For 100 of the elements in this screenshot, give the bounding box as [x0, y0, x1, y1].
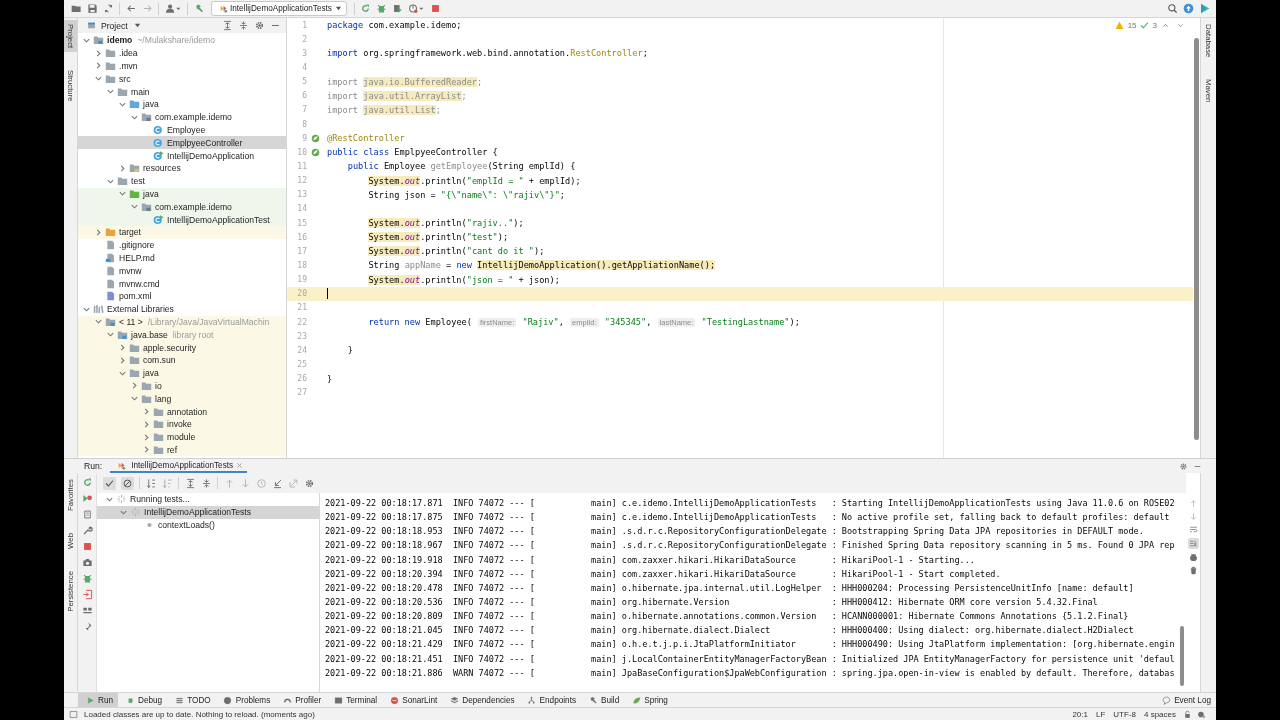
- chevron-icon[interactable]: [118, 355, 127, 365]
- chevron-icon[interactable]: [118, 343, 127, 352]
- forward-arrow-icon[interactable]: [141, 3, 153, 14]
- sort-alpha-icon[interactable]: [145, 477, 157, 489]
- tool-window-tab[interactable]: TODO: [167, 693, 216, 707]
- scroll-to-end-icon[interactable]: [1187, 538, 1199, 549]
- tree-item[interactable]: resources: [78, 161, 286, 175]
- chevron-down-icon[interactable]: [1175, 21, 1185, 30]
- tool-window-tab[interactable]: Endpoints: [519, 693, 581, 707]
- tool-window-tab[interactable]: Profiler: [275, 693, 327, 707]
- rerun-icon[interactable]: [81, 477, 93, 488]
- bean-icon[interactable]: [310, 133, 320, 143]
- print-icon[interactable]: [1188, 553, 1198, 562]
- chevron-icon[interactable]: [130, 202, 139, 212]
- tree-item[interactable]: .gitignore: [78, 238, 286, 252]
- chevron-icon[interactable]: [94, 74, 103, 84]
- tree-item[interactable]: idemo ~/Mulakshare/idemo: [78, 34, 286, 47]
- hammer-icon[interactable]: [193, 3, 205, 14]
- tree-item[interactable]: External Libraries: [78, 302, 286, 316]
- show-ignored-icon[interactable]: [120, 476, 134, 490]
- chevron-up-icon[interactable]: [1160, 21, 1170, 30]
- rerun-icon[interactable]: [360, 3, 372, 14]
- tree-item[interactable]: HELP.md: [78, 251, 286, 265]
- camera-icon[interactable]: [81, 557, 93, 568]
- rerun-failed-icon[interactable]: [81, 493, 93, 504]
- panel-toggle-icon[interactable]: [68, 709, 78, 719]
- tree-item[interactable]: mvnw: [78, 264, 286, 278]
- folder-icon[interactable]: [70, 3, 82, 14]
- close-icon[interactable]: [236, 461, 244, 469]
- tool-window-tab[interactable]: Terminal: [326, 693, 383, 707]
- status-item[interactable]: 4 spaces: [1143, 709, 1176, 719]
- chevron-icon[interactable]: [130, 381, 139, 391]
- save-icon[interactable]: [86, 3, 98, 14]
- history-icon[interactable]: [255, 477, 267, 489]
- stop-icon[interactable]: [81, 541, 93, 552]
- back-arrow-icon[interactable]: [125, 3, 137, 14]
- chevron-icon[interactable]: [142, 419, 151, 429]
- tool-window-tab[interactable]: SonarLint: [382, 693, 443, 707]
- event-log-tab[interactable]: Event Log: [1154, 693, 1216, 707]
- search-icon[interactable]: [1166, 3, 1178, 14]
- tool-window-tab[interactable]: Dependencies: [442, 693, 520, 707]
- chevron-icon[interactable]: [106, 330, 115, 340]
- app-logo-icon[interactable]: [1198, 3, 1210, 14]
- arrow-down-icon[interactable]: [1188, 512, 1198, 521]
- chevron-icon[interactable]: [130, 394, 139, 404]
- stop-icon[interactable]: [430, 3, 442, 14]
- run-config-dropdown[interactable]: IntellijDemoApplicationTests: [211, 1, 347, 16]
- tool-window-tab[interactable]: Build: [581, 693, 625, 707]
- collapse-all-icon[interactable]: [237, 20, 249, 31]
- tree-item[interactable]: IntellijDemoApplication: [78, 149, 286, 162]
- sort-duration-icon[interactable]: [161, 477, 173, 489]
- tree-item[interactable]: .mvn: [78, 59, 286, 73]
- chevron-icon[interactable]: [94, 48, 103, 58]
- chevron-icon[interactable]: [118, 163, 127, 173]
- settings-icon[interactable]: [253, 20, 265, 31]
- tree-item[interactable]: main: [78, 85, 286, 98]
- lock-icon[interactable]: [1182, 709, 1192, 719]
- tree-item[interactable]: .idea: [78, 46, 286, 60]
- profiler-icon[interactable]: [408, 3, 426, 14]
- check-icon[interactable]: [1140, 21, 1150, 30]
- tree-item[interactable]: < 11 > /Library/Java/JavaVirtualMachin: [78, 315, 286, 329]
- tree-item[interactable]: IntellijDemoApplicationTest: [78, 213, 286, 226]
- tree-item[interactable]: lang: [78, 392, 286, 406]
- show-passed-icon[interactable]: [102, 476, 116, 490]
- scrollbar-thumb[interactable]: [1194, 38, 1199, 440]
- settings-icon[interactable]: [303, 477, 315, 489]
- exit-icon[interactable]: [81, 589, 93, 600]
- expand-all-icon[interactable]: [221, 20, 233, 31]
- export-icon[interactable]: [287, 477, 299, 489]
- warning-icon[interactable]: [1115, 21, 1125, 30]
- status-item[interactable]: UTF-8: [1113, 709, 1136, 719]
- import-icon[interactable]: [271, 477, 283, 489]
- bug-icon[interactable]: [81, 573, 93, 584]
- chevron-icon[interactable]: [142, 445, 151, 455]
- status-item[interactable]: LF: [1095, 709, 1106, 719]
- scrollbar-thumb[interactable]: [1180, 626, 1184, 686]
- tree-item[interactable]: com.example.idemo: [78, 110, 286, 124]
- tree-item[interactable]: annotation: [78, 405, 286, 418]
- collapse-all-icon[interactable]: [200, 477, 212, 489]
- tool-window-tab[interactable]: Problems: [215, 693, 276, 707]
- test-tree-item[interactable]: IntellijDemoApplicationTests: [97, 505, 319, 519]
- chevron-icon[interactable]: [142, 407, 151, 416]
- layout-icon[interactable]: [81, 605, 93, 616]
- bug-icon[interactable]: [376, 3, 388, 14]
- chevron-icon[interactable]: [94, 61, 103, 71]
- chevron-icon[interactable]: [106, 87, 115, 97]
- settings-icon[interactable]: [1178, 461, 1188, 471]
- status-item[interactable]: 20:1: [1072, 709, 1088, 719]
- coverage-icon[interactable]: [392, 3, 404, 14]
- tree-item[interactable]: src: [78, 72, 286, 86]
- arrow-up-icon[interactable]: [223, 477, 235, 489]
- arrow-down-icon[interactable]: [239, 477, 251, 489]
- sync-icon[interactable]: [102, 3, 114, 14]
- tool-window-tab[interactable]: Run: [78, 693, 119, 707]
- tool-window-tab[interactable]: Spring: [624, 693, 673, 707]
- inspector-icon[interactable]: [1196, 709, 1206, 719]
- chevron-icon[interactable]: [94, 317, 103, 327]
- chevron-icon[interactable]: [94, 227, 103, 237]
- arrow-up-icon[interactable]: [1188, 499, 1198, 508]
- test-tree-item[interactable]: Running tests...: [97, 493, 319, 506]
